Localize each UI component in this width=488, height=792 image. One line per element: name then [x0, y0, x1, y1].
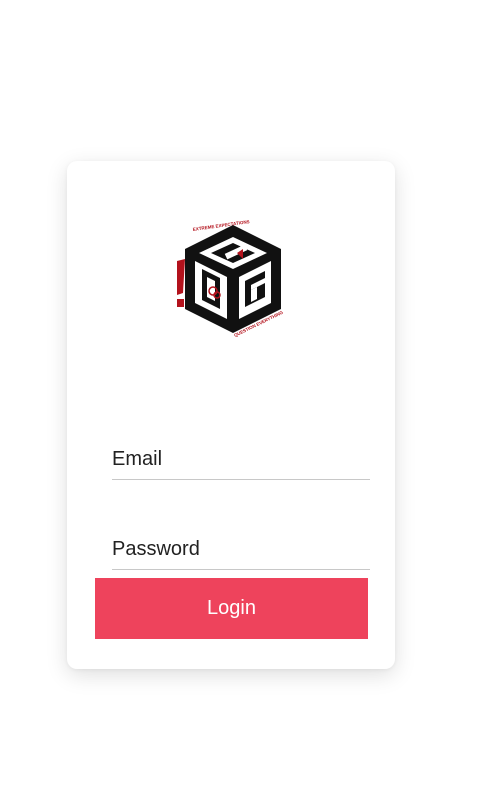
email-field-wrapper [112, 439, 370, 480]
cube-logo-icon: EXTREME EXPECTATIONS QUESTION EVERYTHING [177, 219, 284, 338]
login-button[interactable]: Login [95, 578, 368, 639]
login-page: EXTREME EXPECTATIONS QUESTION EVERYTHING… [0, 0, 488, 792]
email-field[interactable] [112, 439, 370, 479]
password-field-wrapper [112, 529, 370, 570]
login-card: EXTREME EXPECTATIONS QUESTION EVERYTHING… [67, 161, 395, 669]
password-field[interactable] [112, 529, 370, 569]
